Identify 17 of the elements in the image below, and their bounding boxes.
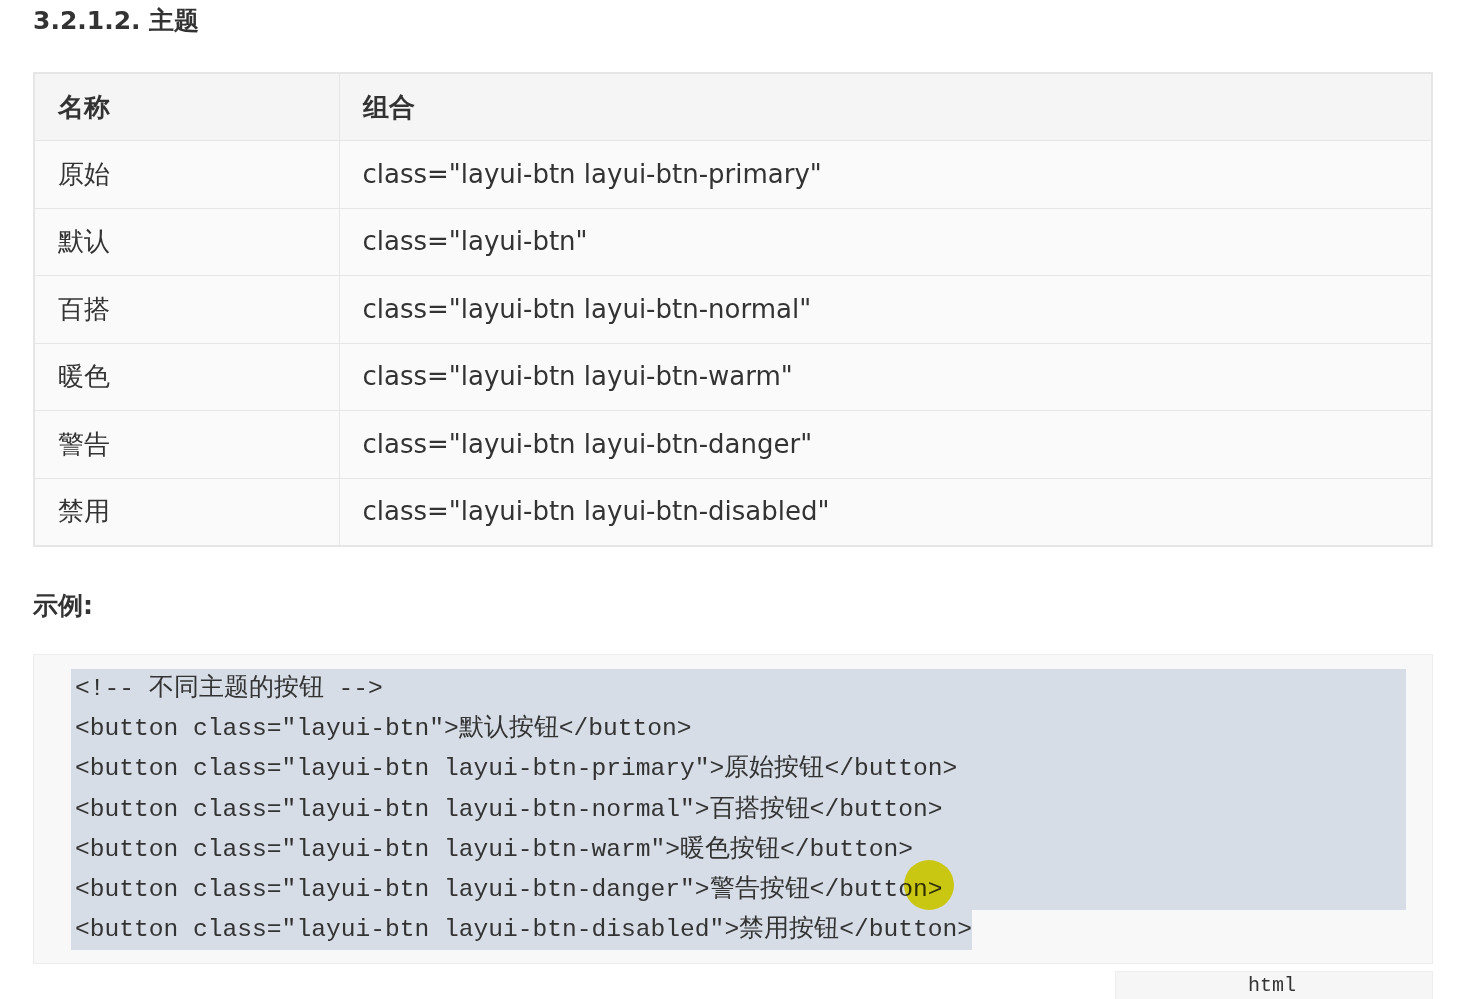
table-cell: 禁用	[34, 478, 339, 546]
table-cell: 警告	[34, 410, 339, 478]
section-heading: 3.2.1.2. 主题	[33, 6, 201, 36]
table-cell: 暖色	[34, 343, 339, 411]
table-cell: 默认	[34, 208, 339, 276]
table-cell: 百搭	[34, 275, 339, 343]
language-tag: html	[1115, 971, 1433, 999]
table-cell: class="layui-btn layui-btn-disabled"	[339, 478, 1432, 546]
table-cell: class="layui-btn layui-btn-danger"	[339, 410, 1432, 478]
table-cell: class="layui-btn layui-btn-normal"	[339, 275, 1432, 343]
table-cell: class="layui-btn layui-btn-primary"	[339, 140, 1432, 208]
example-label: 示例:	[33, 589, 94, 622]
column-header: 名称	[34, 73, 339, 141]
table-cell: class="layui-btn layui-btn-warm"	[339, 343, 1432, 411]
column-header: 组合	[339, 73, 1432, 141]
table-cell: 原始	[34, 140, 339, 208]
table-cell: class="layui-btn"	[339, 208, 1432, 276]
